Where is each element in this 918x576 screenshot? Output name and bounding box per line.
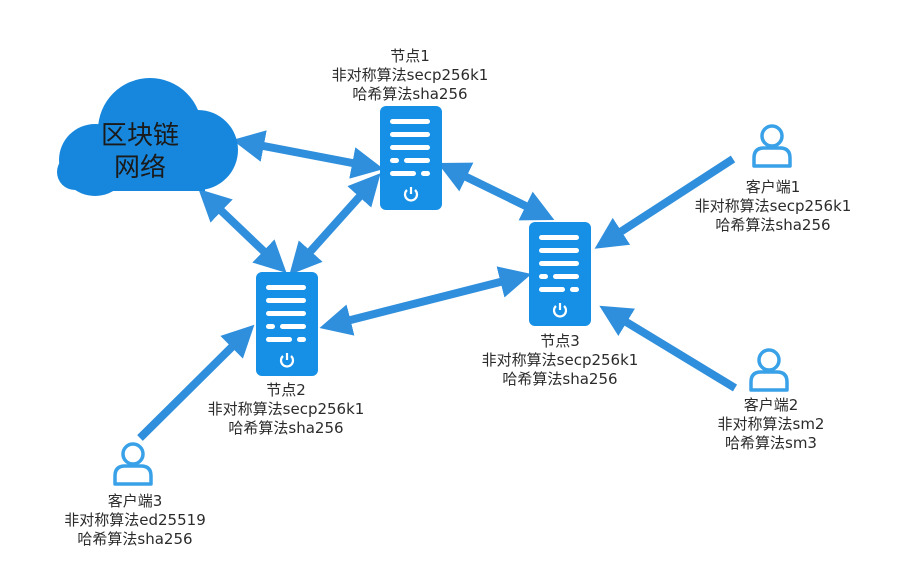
client2-asym: 非对称算法sm2 bbox=[717, 415, 825, 433]
arrow-node1-node3 bbox=[437, 162, 555, 221]
server-icon bbox=[380, 106, 442, 210]
node2-name: 节点2 bbox=[266, 381, 306, 399]
user-icon bbox=[113, 442, 153, 486]
node3-name: 节点3 bbox=[540, 332, 580, 350]
client1-hash: 哈希算法sha256 bbox=[715, 216, 831, 234]
arrow-cloud-node2 bbox=[198, 188, 287, 274]
client3-name: 客户端3 bbox=[107, 492, 163, 510]
client2-name: 客户端2 bbox=[743, 396, 799, 414]
client1-name: 客户端1 bbox=[745, 178, 801, 196]
node1-label: 节点1 非对称算法secp256k1 哈希算法sha256 bbox=[332, 47, 489, 104]
node2-hash: 哈希算法sha256 bbox=[228, 419, 344, 437]
arrow-cloud-node1 bbox=[232, 130, 384, 179]
cloud-label-line1: 区块链 bbox=[100, 121, 180, 151]
client1-label: 客户端1 非对称算法secp256k1 哈希算法sha256 bbox=[695, 178, 852, 235]
node3-hash: 哈希算法sha256 bbox=[502, 370, 618, 388]
node1-asym: 非对称算法secp256k1 bbox=[331, 66, 489, 84]
cloud-label-line2: 网络 bbox=[113, 153, 167, 183]
node2-asym: 非对称算法secp256k1 bbox=[207, 400, 365, 418]
user-icon bbox=[749, 348, 789, 392]
client2-hash: 哈希算法sm3 bbox=[725, 434, 817, 452]
client3-asym: 非对称算法ed25519 bbox=[64, 511, 206, 529]
node3-asym: 非对称算法secp256k1 bbox=[481, 351, 639, 369]
user-icon bbox=[752, 124, 792, 168]
arrow-node2-node3 bbox=[319, 266, 532, 336]
client3-label: 客户端3 非对称算法ed25519 哈希算法sha256 bbox=[64, 492, 205, 549]
node1-name: 节点1 bbox=[390, 47, 430, 65]
arrow-node1-node2 bbox=[289, 173, 381, 275]
server-icon bbox=[529, 222, 591, 326]
node3-label: 节点3 非对称算法secp256k1 哈希算法sha256 bbox=[482, 332, 639, 389]
client1-asym: 非对称算法secp256k1 bbox=[694, 197, 852, 215]
client2-label: 客户端2 非对称算法sm2 哈希算法sm3 bbox=[718, 396, 825, 453]
cloud-label: 区块链 网络 bbox=[101, 120, 179, 184]
server-icon bbox=[256, 272, 318, 376]
client3-hash: 哈希算法sha256 bbox=[77, 530, 193, 548]
node2-label: 节点2 非对称算法secp256k1 哈希算法sha256 bbox=[208, 381, 365, 438]
node1-hash: 哈希算法sha256 bbox=[352, 85, 468, 103]
